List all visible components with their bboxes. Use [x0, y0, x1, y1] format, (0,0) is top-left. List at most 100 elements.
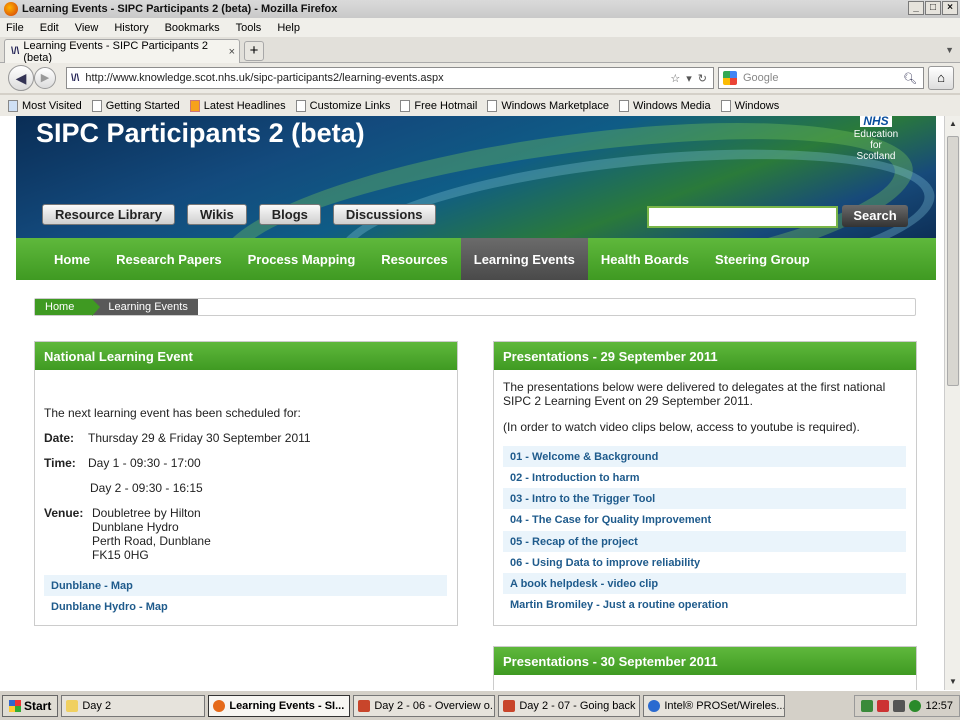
task-firefox[interactable]: Learning Events - SI... — [208, 694, 351, 717]
bookmark-free-hotmail[interactable]: Free Hotmail — [400, 99, 477, 112]
bookmark-latest-headlines[interactable]: Latest Headlines — [189, 99, 286, 112]
bookmark-windows[interactable]: Windows — [720, 99, 779, 112]
nav-home[interactable]: Home — [16, 238, 103, 280]
firefox-icon — [4, 2, 18, 16]
menu-history[interactable]: History — [114, 22, 148, 34]
maximize-button[interactable]: □ — [925, 1, 941, 15]
menu-edit[interactable]: Edit — [40, 22, 59, 34]
menu-file[interactable]: File — [6, 22, 24, 34]
start-button[interactable]: Start — [2, 694, 59, 717]
forward-button[interactable]: ▶ — [34, 67, 56, 89]
nav-steering-group[interactable]: Steering Group — [702, 238, 823, 280]
panel-title: National Learning Event — [35, 342, 457, 370]
wireless-icon — [648, 699, 661, 712]
presentation-link[interactable]: 01 - Welcome & Background — [503, 446, 906, 467]
clock: 12:57 — [925, 699, 953, 712]
venue-label: Venue: — [44, 506, 84, 520]
blogs-button[interactable]: Blogs — [258, 204, 321, 225]
search-icon[interactable]: 🔍︎ — [903, 72, 917, 85]
scroll-up-icon[interactable]: ▲ — [945, 116, 960, 132]
time-day2: Day 2 - 09:30 - 16:15 — [90, 481, 203, 495]
tray-icon[interactable] — [909, 699, 922, 712]
tab-title: Learning Events - SIPC Participants 2 (b… — [23, 39, 208, 64]
presentation-link[interactable]: 05 - Recap of the project — [503, 531, 906, 552]
browser-search-input[interactable]: Google 🔍︎ — [718, 67, 924, 89]
url-bar[interactable]: \/\ http://www.knowledge.scot.nhs.uk/sip… — [66, 67, 714, 89]
task-powerpoint-07[interactable]: Day 2 - 07 - Going back ... — [498, 694, 641, 717]
task-powerpoint-06[interactable]: Day 2 - 06 - Overview o... — [353, 694, 496, 717]
page-viewport: SIPC Participants 2 (beta) NHS Education… — [0, 116, 944, 690]
presentation-link[interactable]: 02 - Introduction to harm — [503, 467, 906, 488]
bookmark-most-visited[interactable]: Most Visited — [8, 99, 82, 112]
page-icon — [295, 99, 306, 112]
breadcrumb-home[interactable]: Home — [35, 299, 101, 316]
folder-icon — [66, 699, 79, 712]
nav-process-mapping[interactable]: Process Mapping — [235, 238, 369, 280]
time-label: Time: — [44, 456, 76, 470]
url-text[interactable]: http://www.knowledge.scot.nhs.uk/sipc-pa… — [85, 72, 443, 84]
site-identity-icon[interactable]: \/\ — [71, 73, 79, 84]
firefox-icon — [213, 699, 226, 712]
back-button[interactable]: ◀ — [8, 65, 34, 91]
bookmark-star-icon[interactable]: ☆ — [670, 72, 680, 85]
page-icon — [91, 99, 102, 112]
breadcrumb: Home Learning Events — [34, 298, 916, 316]
nhs-logo[interactable]: NHS Education for Scotland — [836, 116, 916, 162]
url-dropdown-icon[interactable]: ▾ — [686, 72, 692, 85]
wikis-button[interactable]: Wikis — [186, 204, 247, 225]
presentation-link[interactable]: 04 - The Case for Quality Improvement — [503, 509, 906, 530]
home-button[interactable]: ⌂ — [928, 66, 954, 90]
page-scrollbar[interactable]: ▲ ▼ — [944, 116, 960, 690]
presentations-intro: The presentations below were delivered t… — [503, 380, 886, 408]
windows-icon — [9, 699, 21, 712]
taskbar: Start Day 2 Learning Events - SI... Day … — [0, 690, 960, 720]
bookmark-windows-marketplace[interactable]: Windows Marketplace — [487, 99, 609, 112]
menu-view[interactable]: View — [75, 22, 99, 34]
date-label: Date: — [44, 431, 75, 445]
event-intro: The next learning event has been schedul… — [44, 406, 301, 420]
nav-learning-events[interactable]: Learning Events — [460, 238, 588, 280]
panel-title: Presentations - 29 September 2011 — [494, 342, 916, 370]
dunblane-map-link[interactable]: Dunblane - Map — [44, 575, 447, 596]
minimize-button[interactable]: _ — [908, 1, 924, 15]
youtube-note: (In order to watch video clips below, ac… — [503, 420, 860, 434]
resource-library-button[interactable]: Resource Library — [42, 204, 175, 225]
scroll-thumb[interactable] — [947, 136, 959, 386]
site-search-input[interactable] — [647, 206, 838, 228]
presentations-29-panel: Presentations - 29 September 2011 The pr… — [493, 341, 917, 626]
page-icon — [720, 99, 731, 112]
presentations-30-panel: Presentations - 30 September 2011 — [493, 646, 917, 690]
nav-health-boards[interactable]: Health Boards — [588, 238, 702, 280]
tray-icon[interactable] — [861, 699, 874, 712]
presentation-link[interactable]: 06 - Using Data to improve reliability — [503, 552, 906, 573]
tray-icon[interactable] — [877, 699, 890, 712]
nav-research-papers[interactable]: Research Papers — [103, 238, 235, 280]
bookmark-customize-links[interactable]: Customize Links — [295, 99, 390, 112]
reload-icon[interactable]: ↻ — [698, 72, 707, 85]
bookmark-getting-started[interactable]: Getting Started — [91, 99, 180, 112]
google-icon[interactable] — [723, 71, 737, 85]
site-title: SIPC Participants 2 (beta) — [36, 118, 365, 148]
tab-close-icon[interactable]: × — [229, 46, 235, 58]
scroll-down-icon[interactable]: ▼ — [945, 674, 960, 690]
presentation-link[interactable]: 03 - Intro to the Trigger Tool — [503, 488, 906, 509]
site-search-button[interactable]: Search — [842, 205, 908, 227]
presentation-link[interactable]: A book helpdesk - video clip — [503, 573, 906, 594]
presentation-link[interactable]: Martin Bromiley - Just a routine operati… — [503, 594, 906, 615]
task-intel-proset[interactable]: Intel® PROSet/Wireles... — [643, 694, 786, 717]
page-icon — [487, 99, 498, 112]
nav-resources[interactable]: Resources — [368, 238, 460, 280]
menu-help[interactable]: Help — [277, 22, 300, 34]
dunblane-hydro-map-link[interactable]: Dunblane Hydro - Map — [44, 596, 447, 617]
close-window-button[interactable]: × — [942, 1, 958, 15]
tray-icon[interactable] — [893, 699, 906, 712]
bookmark-windows-media[interactable]: Windows Media — [618, 99, 711, 112]
discussions-button[interactable]: Discussions — [332, 204, 436, 225]
task-day2-folder[interactable]: Day 2 — [61, 694, 206, 717]
new-tab-button[interactable]: + — [244, 41, 264, 61]
tab-learning-events[interactable]: \/\ Learning Events - SIPC Participants … — [4, 39, 240, 64]
tab-list-icon[interactable]: ▼ — [945, 45, 954, 55]
menu-tools[interactable]: Tools — [236, 22, 262, 34]
menu-bookmarks[interactable]: Bookmarks — [165, 22, 220, 34]
menu-bar: File Edit View History Bookmarks Tools H… — [0, 18, 960, 37]
